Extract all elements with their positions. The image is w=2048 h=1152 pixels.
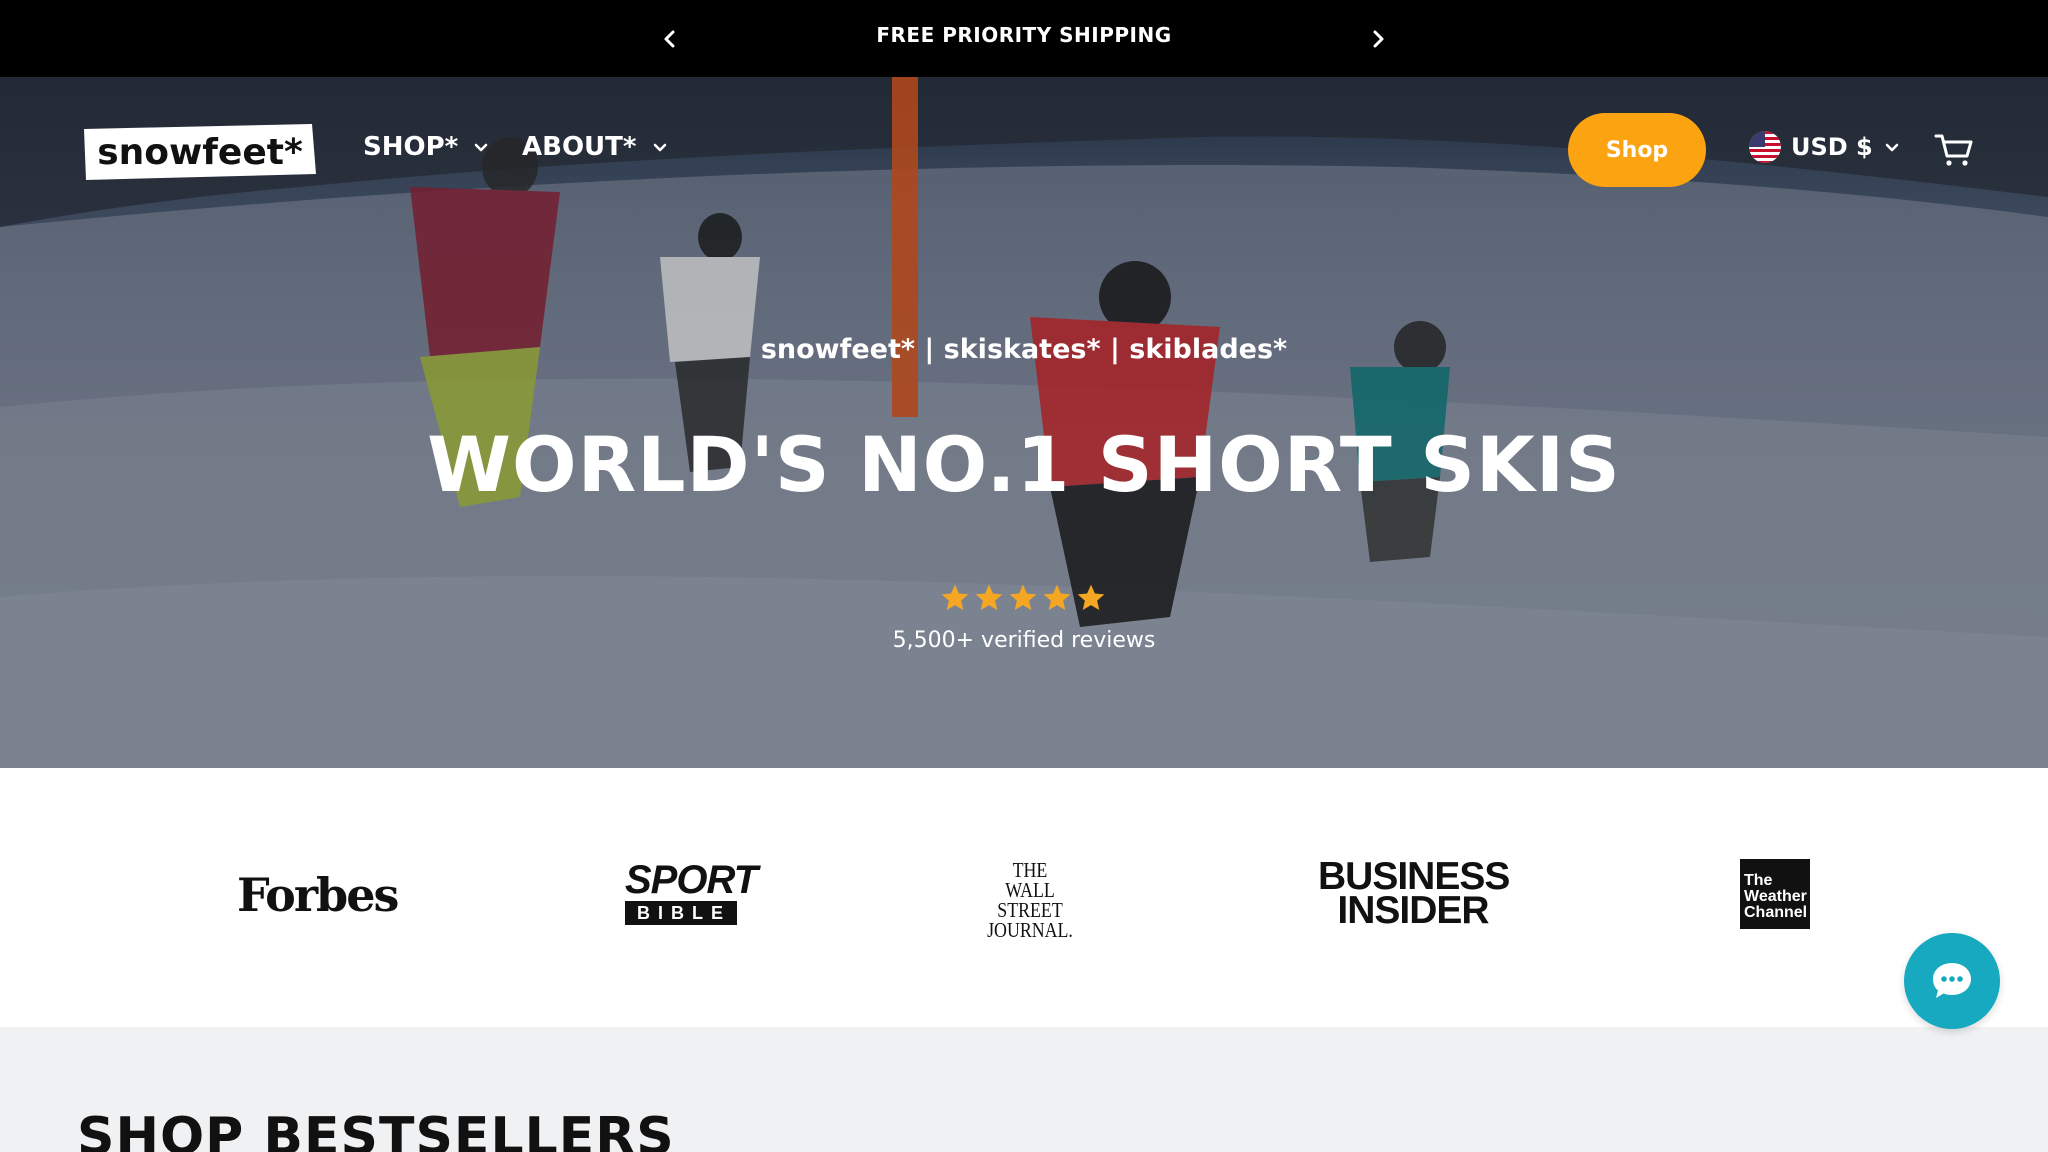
star-icon — [941, 584, 969, 610]
wsj-line: JOURNAL. — [987, 918, 1073, 942]
nav-shop[interactable]: SHOP* — [363, 132, 490, 162]
sport-bible-bottom: BIBLE — [625, 901, 737, 925]
us-flag-icon — [1749, 131, 1781, 163]
logo-text: snowfeet* — [97, 132, 303, 173]
wsj-line: WALL STREET — [997, 878, 1063, 922]
star-icon — [975, 584, 1003, 610]
bestsellers-section: SHOP BESTSELLERS — [0, 1027, 2048, 1152]
wsj-line: THE — [1012, 858, 1048, 882]
chevron-right-icon[interactable] — [1361, 22, 1395, 56]
chevron-down-icon — [1885, 143, 1899, 152]
business-insider-logo: BUSINESS INSIDER — [1318, 857, 1510, 932]
announcement-bar: FREE PRIORITY SHIPPING — [0, 0, 2048, 77]
reviews-count: 5,500+ verified reviews — [892, 628, 1156, 653]
nav-about-label: ABOUT* — [522, 132, 637, 162]
nav-shop-label: SHOP* — [363, 132, 459, 162]
hero-headline: WORLD'S NO.1 SHORT SKIS — [427, 420, 1621, 509]
hero-tagline: snowfeet* | skiskates* | skiblades* — [760, 334, 1288, 365]
press-logos: Forbes SPORT BIBLE THE WALL STREET JOURN… — [0, 768, 2048, 1027]
nav-about[interactable]: ABOUT* — [522, 132, 669, 162]
wsj-logo: THE WALL STREET JOURNAL. — [982, 858, 1077, 942]
currency-selector[interactable]: USD $ — [1749, 131, 1901, 163]
twc-line: Channel — [1744, 904, 1808, 921]
rating-stars — [939, 582, 1107, 614]
star-icon — [1009, 584, 1037, 610]
sport-bible-logo: SPORT BIBLE — [625, 858, 758, 925]
twc-line: The — [1744, 872, 1773, 889]
chevron-down-icon — [653, 143, 666, 152]
star-icon — [1077, 584, 1105, 610]
chevron-down-icon — [474, 143, 488, 152]
forbes-logo: Forbes — [237, 868, 399, 922]
hero-section: snowfeet* SHOP* ABOUT* Shop USD $ snowfe… — [0, 77, 2048, 768]
cart-icon[interactable] — [1934, 132, 1974, 168]
star-icon — [1043, 584, 1071, 610]
shop-button[interactable]: Shop — [1568, 113, 1706, 187]
sport-bible-top: SPORT — [625, 858, 758, 902]
weather-channel-logo: The Weather Channel — [1740, 859, 1810, 929]
currency-label: USD $ — [1791, 133, 1873, 161]
chat-bubble-icon — [1933, 963, 1971, 998]
bestsellers-title: SHOP BESTSELLERS — [77, 1107, 675, 1152]
bi-line: INSIDER — [1337, 889, 1489, 932]
snowfeet-logo[interactable]: snowfeet* — [84, 124, 316, 180]
chat-button[interactable] — [1904, 933, 2000, 1029]
twc-line: Weather — [1744, 888, 1807, 905]
announcement-text: FREE PRIORITY SHIPPING — [876, 23, 1172, 47]
